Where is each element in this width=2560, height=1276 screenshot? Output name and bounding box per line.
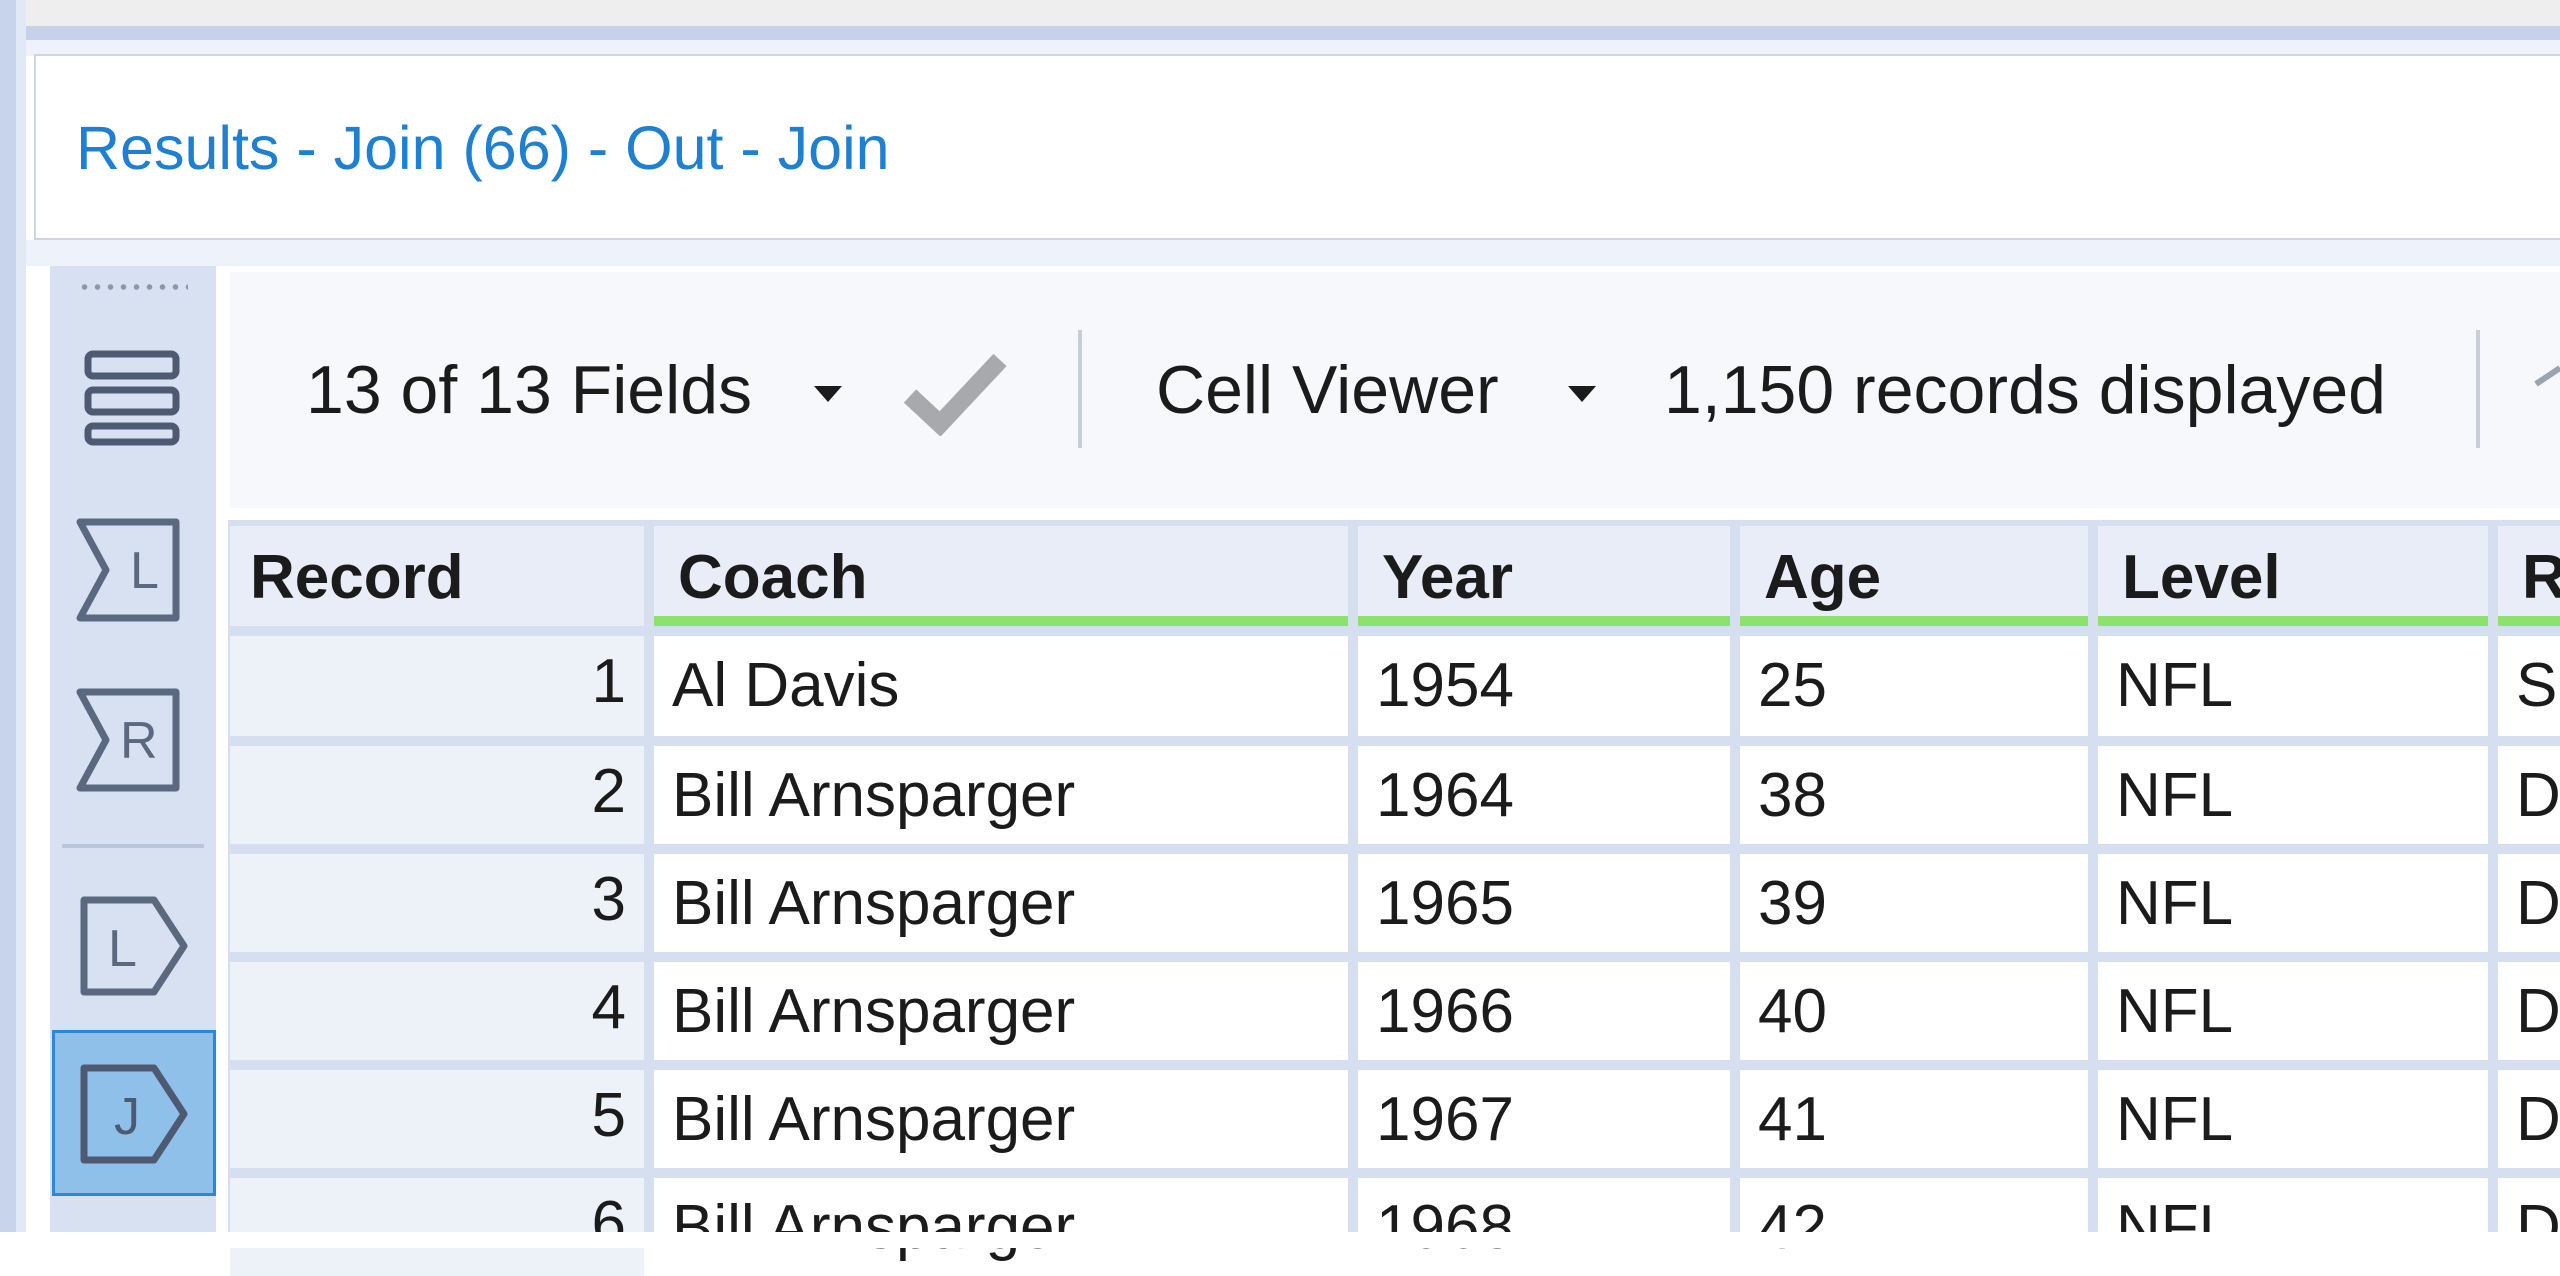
chevron-down-icon[interactable]: [1562, 374, 1602, 414]
chevron-down-icon[interactable]: [808, 374, 848, 414]
cell-year[interactable]: 1966: [1358, 962, 1730, 1060]
left-output-icon[interactable]: L: [72, 886, 192, 1006]
svg-text:L: L: [108, 920, 137, 978]
column-header-age[interactable]: Age: [1740, 526, 2088, 626]
record-number: 4: [230, 962, 644, 1060]
record-number: 2: [230, 746, 644, 844]
cell-r[interactable]: D: [2498, 854, 2560, 952]
cell-age[interactable]: 38: [1740, 746, 2088, 844]
record-number: 6: [230, 1178, 644, 1276]
window-left-edge-inner: [16, 0, 26, 1248]
cell-year[interactable]: 1967: [1358, 1070, 1730, 1168]
cell-year[interactable]: 1968: [1358, 1178, 1730, 1276]
stack-rows-icon[interactable]: [72, 340, 192, 460]
bottom-edge: [0, 1232, 2560, 1248]
cell-r[interactable]: D: [2498, 1178, 2560, 1276]
cell-coach[interactable]: Bill Arnsparger: [654, 1178, 1348, 1276]
cell-coach[interactable]: Al Davis: [654, 636, 1348, 736]
cell-coach[interactable]: Bill Arnsparger: [654, 962, 1348, 1060]
apply-check-icon[interactable]: [900, 346, 1010, 437]
window-top-border: [0, 26, 2560, 40]
cell-level[interactable]: NFL: [2098, 962, 2488, 1060]
cell-age[interactable]: 25: [1740, 636, 2088, 736]
cell-age[interactable]: 41: [1740, 1070, 2088, 1168]
cell-year[interactable]: 1954: [1358, 636, 1730, 736]
cell-level[interactable]: NFL: [2098, 1178, 2488, 1276]
left-unjoined-icon[interactable]: L: [72, 510, 192, 630]
column-header-level[interactable]: Level: [2098, 526, 2488, 626]
toolbar-separator: [2476, 330, 2480, 448]
svg-text:J: J: [114, 1088, 140, 1146]
cell-level[interactable]: NFL: [2098, 854, 2488, 952]
cell-r[interactable]: D: [2498, 746, 2560, 844]
svg-text:R: R: [120, 712, 158, 770]
cell-r[interactable]: D: [2498, 962, 2560, 1060]
record-number: 5: [230, 1070, 644, 1168]
right-unjoined-icon[interactable]: R: [72, 680, 192, 800]
column-header-year[interactable]: Year: [1358, 526, 1730, 626]
cell-r[interactable]: D: [2498, 1070, 2560, 1168]
cell-age[interactable]: 40: [1740, 962, 2088, 1060]
records-count: 1,150 records displayed: [1664, 352, 2387, 428]
column-header-r[interactable]: R: [2498, 526, 2560, 626]
column-header-record[interactable]: Record: [230, 526, 644, 626]
fields-selector-label[interactable]: 13 of 13 Fields: [306, 350, 752, 430]
cell-level[interactable]: NFL: [2098, 636, 2488, 736]
cell-level[interactable]: NFL: [2098, 1070, 2488, 1168]
join-output-icon[interactable]: J: [72, 1054, 192, 1174]
record-number: 1: [230, 636, 644, 736]
results-title: Results - Join (66) - Out - Join: [76, 114, 890, 182]
rail-divider: [62, 844, 204, 848]
cell-year[interactable]: 1965: [1358, 854, 1730, 952]
drag-grip[interactable]: [78, 282, 188, 292]
cell-r[interactable]: Sc: [2498, 636, 2560, 736]
cell-viewer-label[interactable]: Cell Viewer: [1156, 350, 1499, 430]
title-spacer: [26, 240, 2560, 266]
cell-year[interactable]: 1964: [1358, 746, 1730, 844]
column-header-coach[interactable]: Coach: [654, 526, 1348, 626]
cell-coach[interactable]: Bill Arnsparger: [654, 746, 1348, 844]
cell-age[interactable]: 42: [1740, 1178, 2088, 1276]
cell-age[interactable]: 39: [1740, 854, 2088, 952]
cell-coach[interactable]: Bill Arnsparger: [654, 1070, 1348, 1168]
window-left-edge: [0, 0, 16, 1248]
scroll-up-icon[interactable]: [2530, 360, 2560, 390]
toolbar-separator: [1078, 330, 1082, 448]
svg-text:L: L: [130, 542, 159, 600]
cell-coach[interactable]: Bill Arnsparger: [654, 854, 1348, 952]
record-number: 3: [230, 854, 644, 952]
window-top-strip: [0, 0, 2560, 26]
cell-level[interactable]: NFL: [2098, 746, 2488, 844]
